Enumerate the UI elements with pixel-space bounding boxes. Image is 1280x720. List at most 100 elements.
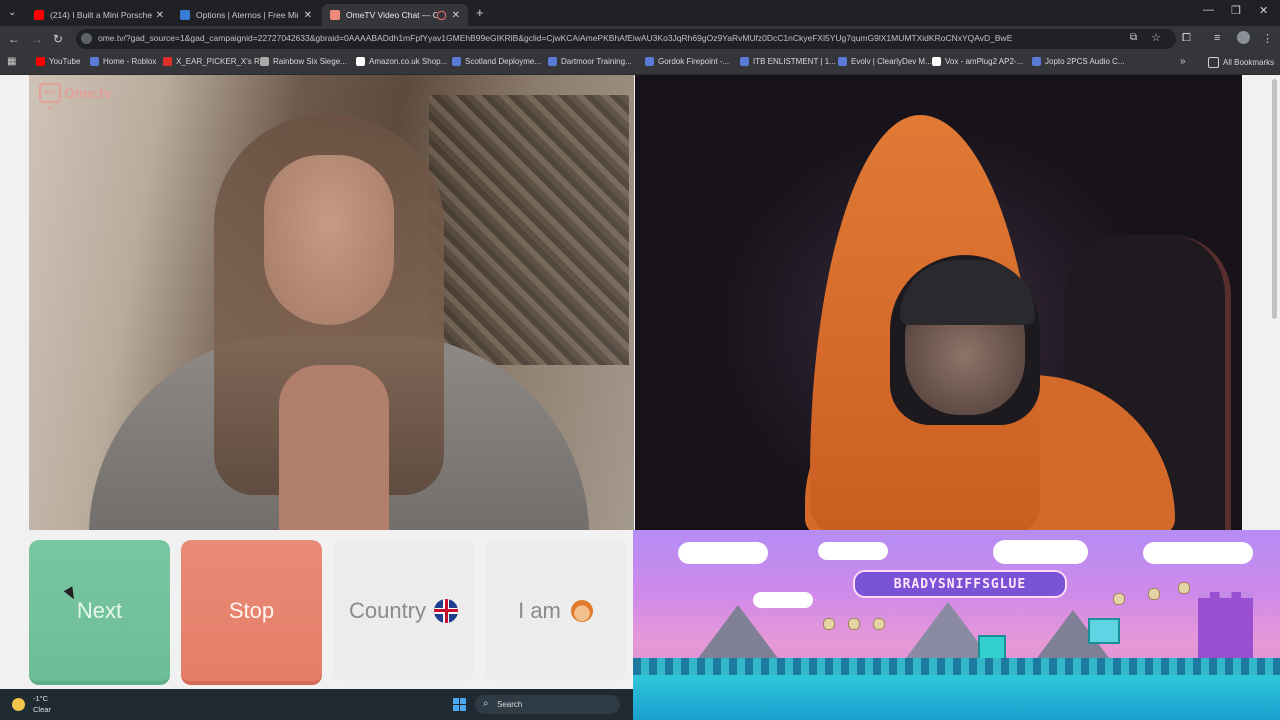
bookmark-item[interactable]: Gordok Firepoint -...	[645, 57, 729, 66]
ometv-favicon-icon	[330, 10, 340, 20]
bookmark-label: YouTube	[49, 57, 81, 66]
weather-moon-icon[interactable]	[12, 698, 25, 711]
coin-icon	[1178, 582, 1190, 594]
cloud	[1143, 542, 1253, 564]
apps-grid-icon[interactable]: ▦	[7, 56, 16, 67]
bookmark-label: Vox - amPlug2 AP2-...	[945, 57, 1024, 66]
bookmark-item[interactable]: YouTube	[36, 57, 80, 66]
coin-icon	[1148, 588, 1160, 600]
mountain	[693, 605, 783, 665]
bookmark-item[interactable]: Amazon.co.uk Shop...	[356, 57, 447, 66]
gender-button-label: I am	[518, 597, 561, 623]
video-person-top	[279, 365, 389, 530]
bookmark-favicon-icon	[90, 57, 99, 66]
scrollbar-thumb[interactable]	[1272, 79, 1277, 319]
site-info-icon[interactable]	[81, 33, 92, 44]
bookmark-item[interactable]: Home - Roblox	[90, 57, 156, 66]
bookmark-item[interactable]: Jopto 2PCS Audio C...	[1032, 57, 1125, 66]
close-tab-icon[interactable]: ✕	[452, 10, 460, 21]
tab-title: Options | Aternos | Free Minecr	[196, 10, 298, 20]
block	[1088, 618, 1120, 644]
next-button[interactable]: Next	[29, 540, 170, 685]
reload-icon[interactable]: ↻	[53, 32, 63, 46]
bookmarks-bar: ▦ YouTube Home - Roblox X_EAR_PICKER_X's R…	[0, 52, 1280, 75]
bookmark-star-icon[interactable]: ☆	[1151, 31, 1161, 44]
media-controls-icon[interactable]: ≡	[1214, 32, 1220, 44]
water-ground	[633, 675, 1280, 720]
cloud	[993, 540, 1088, 564]
bookmark-favicon-icon	[548, 57, 557, 66]
maximize-button[interactable]: ❐	[1231, 4, 1241, 17]
coin-icon	[1113, 593, 1125, 605]
tab-ometv[interactable]: OmeTV Video Chat — Ome ✕	[322, 4, 468, 26]
stop-button[interactable]: Stop	[181, 540, 322, 685]
weather-condition[interactable]: Clear	[33, 705, 51, 714]
folder-icon	[1208, 57, 1219, 68]
tab-aternos[interactable]: Options | Aternos | Free Minecr ✕	[172, 4, 320, 26]
back-arrow-icon[interactable]: ←	[8, 32, 20, 46]
taskbar-search-placeholder: Search	[497, 700, 523, 709]
taskbar-search-box[interactable]: ⌕ Search	[475, 695, 620, 714]
search-icon: ⌕	[483, 698, 489, 709]
ground-bricks	[633, 658, 1280, 676]
bookmark-label: ITB ENLISTMENT | 1...	[753, 57, 836, 66]
bookmark-label: X_EAR_PICKER_X's R...	[176, 57, 267, 66]
tab-title: (214) I Built a Mini Porsche GT3	[50, 10, 152, 20]
bookmark-favicon-icon	[740, 57, 749, 66]
bookmark-item[interactable]: Vox - amPlug2 AP2-...	[932, 57, 1023, 66]
bookmark-item[interactable]: Evolv | ClearlyDev M...	[838, 57, 932, 66]
bookmark-item[interactable]: Scotland Deployme...	[452, 57, 541, 66]
bookmark-label: Scotland Deployme...	[465, 57, 542, 66]
coin-icon	[873, 618, 885, 630]
youtube-favicon-icon	[34, 10, 44, 20]
stream-overlay-game-scene: BRADYSNIFFSGLUE	[633, 530, 1280, 720]
bookmark-label: Jopto 2PCS Audio C...	[1045, 57, 1125, 66]
tab-youtube[interactable]: (214) I Built a Mini Porsche GT3 ✕	[26, 4, 172, 26]
bookmark-favicon-icon	[932, 57, 941, 66]
bookmark-label: Rainbow Six Siege...	[273, 57, 347, 66]
bookmark-item[interactable]: Dartmoor Training...	[548, 57, 632, 66]
coin-icon	[848, 618, 860, 630]
country-button[interactable]: Country	[333, 540, 474, 681]
channel-name-text: BRADYSNIFFSGLUE	[893, 576, 1027, 592]
minimize-button[interactable]: —	[1203, 4, 1214, 16]
self-video-feed	[635, 75, 1242, 530]
close-window-button[interactable]: ✕	[1259, 4, 1268, 17]
tab-strip: ⌄ (214) I Built a Mini Porsche GT3 ✕ Opt…	[0, 0, 1280, 26]
bookmark-label: Amazon.co.uk Shop...	[369, 57, 448, 66]
menu-kebab-icon[interactable]: ⋮	[1262, 32, 1273, 45]
ometv-logo-text: Ome.tv	[64, 85, 112, 101]
bookmark-item[interactable]: ITB ENLISTMENT | 1...	[740, 57, 836, 66]
bookmark-favicon-icon	[356, 57, 365, 66]
windows-taskbar: -1°C Clear ⌕ Search	[0, 689, 633, 720]
stop-button-label: Stop	[228, 597, 275, 623]
address-bar[interactable]: ome.tv/?gad_source=1&gad_campaignid=2272…	[76, 29, 1176, 49]
bookmark-item[interactable]: X_EAR_PICKER_X's R...	[163, 57, 266, 66]
gender-button[interactable]: I am	[485, 540, 626, 681]
new-tab-button[interactable]: +	[476, 5, 484, 20]
forward-arrow-icon[interactable]: →	[31, 32, 43, 46]
all-bookmarks-folder[interactable]: All Bookmarks	[1208, 57, 1274, 68]
ometv-logo: Ome TV Ome.tv	[39, 83, 112, 112]
recording-indicator-icon	[436, 10, 446, 20]
more-bookmarks-chevron-icon[interactable]: »	[1180, 56, 1186, 67]
profile-avatar[interactable]	[1237, 31, 1250, 44]
boy-avatar-icon	[570, 599, 593, 622]
cloud	[678, 542, 768, 564]
aternos-favicon-icon	[180, 10, 190, 20]
all-bookmarks-label: All Bookmarks	[1223, 58, 1275, 67]
extensions-icon[interactable]: ⧠	[1182, 32, 1191, 45]
url-text[interactable]: ome.tv/?gad_source=1&gad_campaignid=2272…	[98, 33, 1108, 43]
tab-search-chevron-icon[interactable]: ⌄	[8, 7, 16, 18]
ometv-logo-badge: Ome TV	[39, 83, 61, 112]
weather-temperature[interactable]: -1°C	[33, 694, 48, 703]
close-tab-icon[interactable]: ✕	[304, 10, 312, 21]
bookmark-item[interactable]: Rainbow Six Siege...	[260, 57, 347, 66]
next-button-label: Next	[76, 597, 123, 623]
bookmark-favicon-icon	[36, 57, 45, 66]
country-button-label: Country	[348, 597, 427, 623]
windows-start-icon[interactable]	[453, 698, 466, 711]
install-app-icon[interactable]: ⧉	[1130, 32, 1137, 43]
bookmark-favicon-icon	[1032, 57, 1041, 66]
close-tab-icon[interactable]: ✕	[156, 10, 164, 21]
